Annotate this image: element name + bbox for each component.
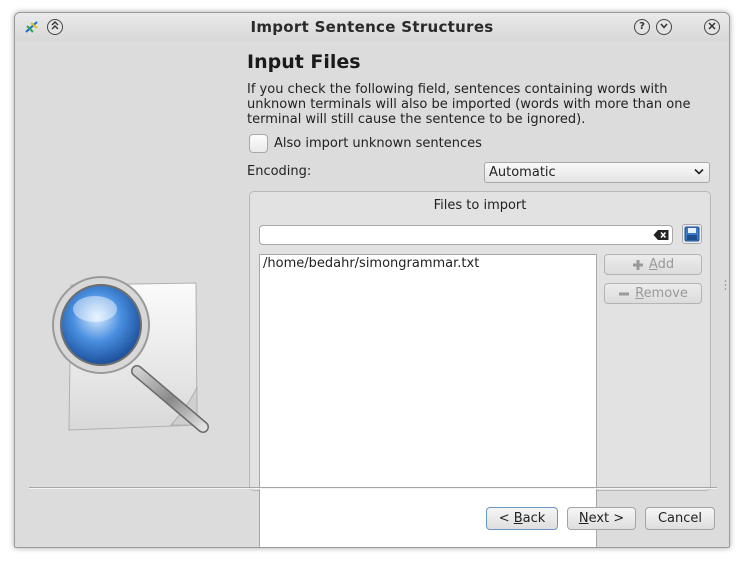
files-group-title: Files to import xyxy=(433,198,527,213)
resize-grip[interactable] xyxy=(724,279,727,291)
encoding-label: Encoding: xyxy=(247,164,312,179)
files-groupbox: Files to import /home/bedahr/simongramma… xyxy=(249,191,711,547)
list-item[interactable]: /home/bedahr/simongrammar.txt xyxy=(260,255,596,271)
add-accel: A xyxy=(648,257,658,272)
encoding-select[interactable]: Automatic xyxy=(484,162,710,183)
back-label: ack xyxy=(522,511,546,526)
save-file-button[interactable] xyxy=(682,224,702,244)
page-description: If you check the following field, senten… xyxy=(247,82,691,127)
next-accel: N xyxy=(578,511,589,526)
next-button[interactable]: Next > xyxy=(567,507,636,530)
floppy-save-icon xyxy=(684,226,700,242)
encoding-value: Automatic xyxy=(489,165,556,180)
close-icon[interactable] xyxy=(704,19,720,35)
page-title: Input Files xyxy=(247,51,361,73)
import-unknown-checkbox[interactable] xyxy=(249,134,268,153)
chevron-down-icon xyxy=(694,168,704,175)
dialog-window: Import Sentence Structures ? Input Files… xyxy=(14,12,730,548)
remove-accel: R xyxy=(635,286,644,301)
footer-separator xyxy=(29,487,717,489)
back-accel: B xyxy=(513,511,523,526)
import-unknown-label[interactable]: Also import unknown sentences xyxy=(274,136,482,151)
files-list[interactable]: /home/bedahr/simongrammar.txt xyxy=(259,254,597,547)
back-button[interactable]: < Back xyxy=(486,507,558,530)
remove-label: emove xyxy=(643,286,688,301)
document-magnifier-icon xyxy=(52,276,209,433)
add-label: dd xyxy=(657,257,675,272)
minimize-icon[interactable] xyxy=(656,19,672,35)
file-path-input[interactable] xyxy=(259,225,673,245)
cancel-button[interactable]: Cancel xyxy=(645,507,715,530)
minus-icon xyxy=(619,292,630,295)
title-bar[interactable]: Import Sentence Structures ? xyxy=(15,13,729,41)
remove-button[interactable]: Remove xyxy=(604,283,702,304)
plus-icon xyxy=(632,259,643,270)
add-button[interactable]: Add xyxy=(604,254,702,275)
help-icon[interactable]: ? xyxy=(634,19,650,35)
clear-text-icon[interactable] xyxy=(653,229,669,241)
back-prefix: < xyxy=(498,511,514,526)
window-title: Import Sentence Structures xyxy=(250,18,494,36)
next-label: ext > xyxy=(588,511,625,526)
